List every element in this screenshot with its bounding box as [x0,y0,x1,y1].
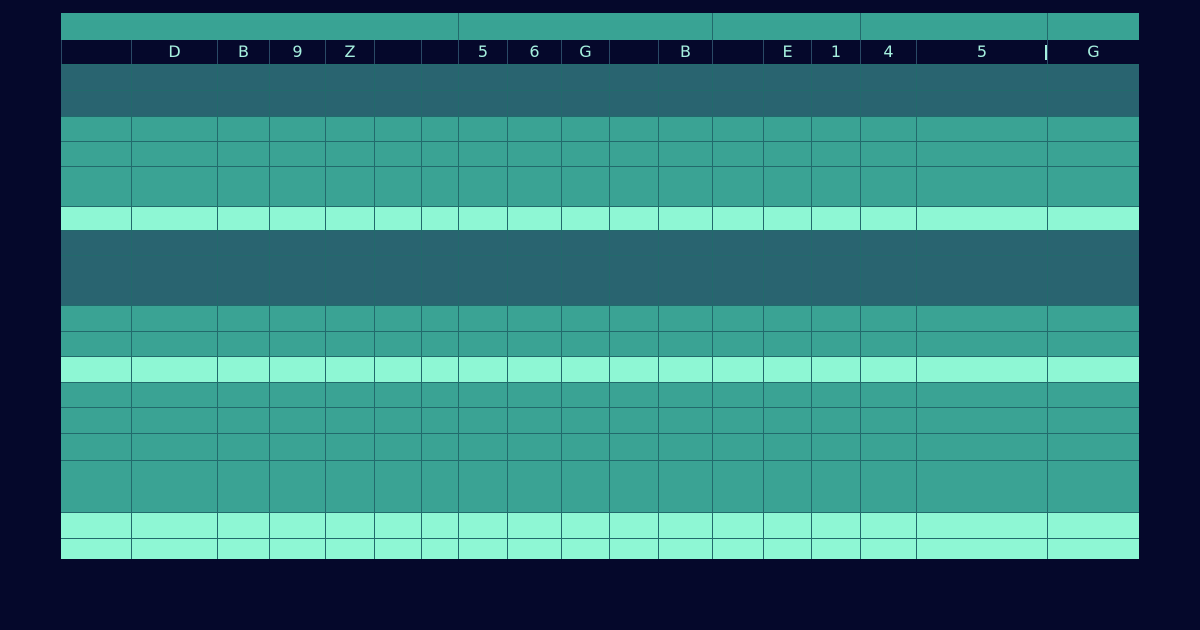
column-header[interactable] [374,40,421,64]
column-gridline [561,64,562,559]
column-gridline [269,64,270,559]
column-gridline [325,64,326,559]
group-divider [1047,13,1048,40]
column-header[interactable]: D [131,40,217,64]
spreadsheet-grid: DB9Z56GBE145G [61,13,1139,559]
column-header[interactable]: 5 [458,40,507,64]
column-header[interactable]: B [658,40,712,64]
column-gridline [916,64,917,559]
table-row[interactable] [61,356,1139,382]
column-gridline [763,64,764,559]
table-row[interactable] [61,64,1139,90]
table-row[interactable] [61,433,1139,460]
column-gridline [712,64,713,559]
column-header[interactable] [61,40,131,64]
column-header[interactable] [712,40,763,64]
table-row[interactable] [61,305,1139,331]
column-gridline [609,64,610,559]
column-header-row: DB9Z56GBE145G [61,40,1139,64]
column-header[interactable]: G [561,40,609,64]
column-header[interactable]: Z [325,40,374,64]
column-header[interactable]: G [1047,40,1139,64]
table-row[interactable] [61,230,1139,255]
table-row[interactable] [61,90,1139,116]
table-row[interactable] [61,116,1139,141]
group-divider [458,13,459,40]
column-header[interactable] [609,40,658,64]
column-gridline [507,64,508,559]
column-header[interactable]: 1 [811,40,860,64]
column-gridline [658,64,659,559]
table-row[interactable] [61,166,1139,206]
column-gridline [1047,64,1048,559]
table-row[interactable] [61,255,1139,305]
column-resize-handle[interactable] [1045,45,1047,60]
column-gridline [217,64,218,559]
column-header[interactable]: E [763,40,811,64]
column-gridline [458,64,459,559]
table-row[interactable] [61,331,1139,356]
column-group-bar [61,13,1139,40]
column-header[interactable] [421,40,458,64]
column-gridline [421,64,422,559]
column-header[interactable]: 4 [860,40,916,64]
table-row[interactable] [61,538,1139,559]
column-header[interactable]: B [217,40,269,64]
table-row[interactable] [61,407,1139,433]
group-divider [860,13,861,40]
table-row[interactable] [61,460,1139,512]
column-header[interactable]: 6 [507,40,561,64]
table-row[interactable] [61,141,1139,166]
column-header[interactable]: 5 [916,40,1047,64]
column-header[interactable]: 9 [269,40,325,64]
column-gridline [811,64,812,559]
group-divider [712,13,713,40]
column-gridline [131,64,132,559]
table-row[interactable] [61,206,1139,230]
column-gridline [374,64,375,559]
column-gridline [860,64,861,559]
table-row[interactable] [61,382,1139,407]
table-row[interactable] [61,512,1139,538]
